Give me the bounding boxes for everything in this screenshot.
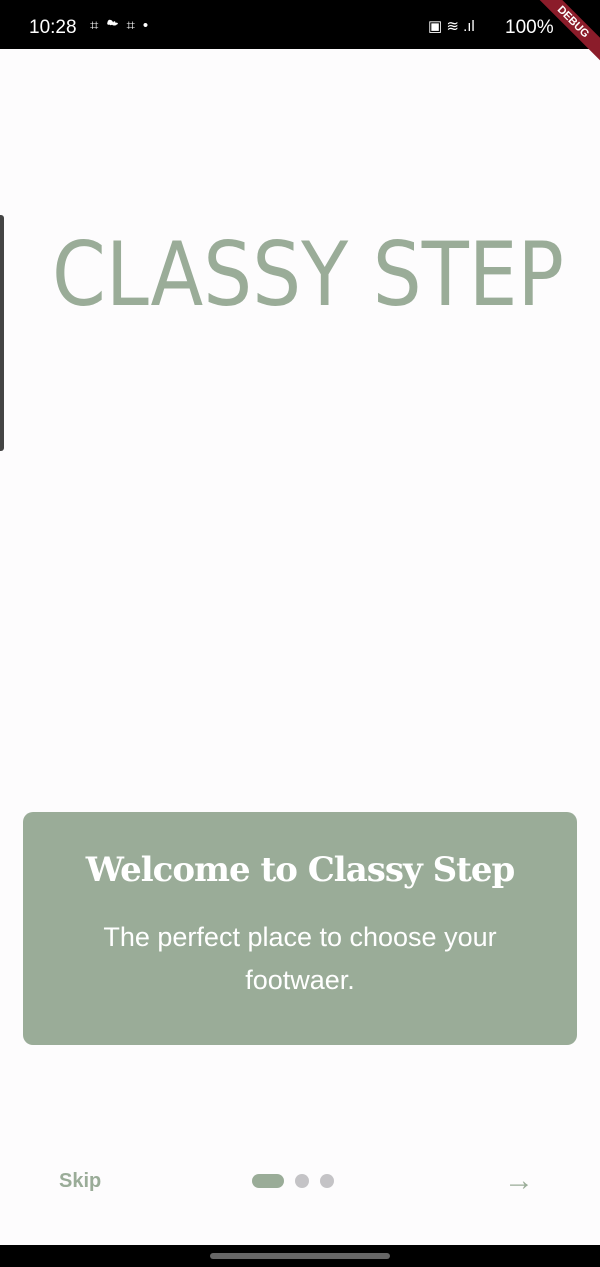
home-gesture-handle[interactable] xyxy=(210,1253,390,1259)
logo-text: CLASSY STEP xyxy=(52,223,564,326)
edge-handle[interactable] xyxy=(0,215,4,451)
notification-icons: ⌗☁⌗• xyxy=(90,17,157,34)
next-arrow-icon[interactable]: → xyxy=(504,1164,534,1198)
skip-button[interactable]: Skip xyxy=(59,1170,101,1193)
welcome-subtitle: The perfect place to choose your footwae… xyxy=(103,922,497,995)
page-dot[interactable] xyxy=(320,1174,334,1188)
page-dot[interactable] xyxy=(295,1174,309,1188)
navigation-bar xyxy=(0,1245,600,1267)
welcome-card: Welcome to Classy Step The perfect place… xyxy=(23,812,577,1045)
welcome-title: Welcome to Classy Step xyxy=(85,850,516,890)
signal-icons: ▣ ≋ .ıl xyxy=(428,18,475,35)
classy-step-logo: CLASSY STEP xyxy=(52,223,564,326)
status-time: 10:28 xyxy=(29,17,77,38)
page-indicator xyxy=(252,1174,334,1188)
page-dot-active[interactable] xyxy=(252,1174,284,1188)
status-bar: 10:28 ⌗☁⌗• ▣ ≋ .ıl 100% DEBUG xyxy=(0,0,600,67)
battery-level: 100% xyxy=(505,17,554,38)
